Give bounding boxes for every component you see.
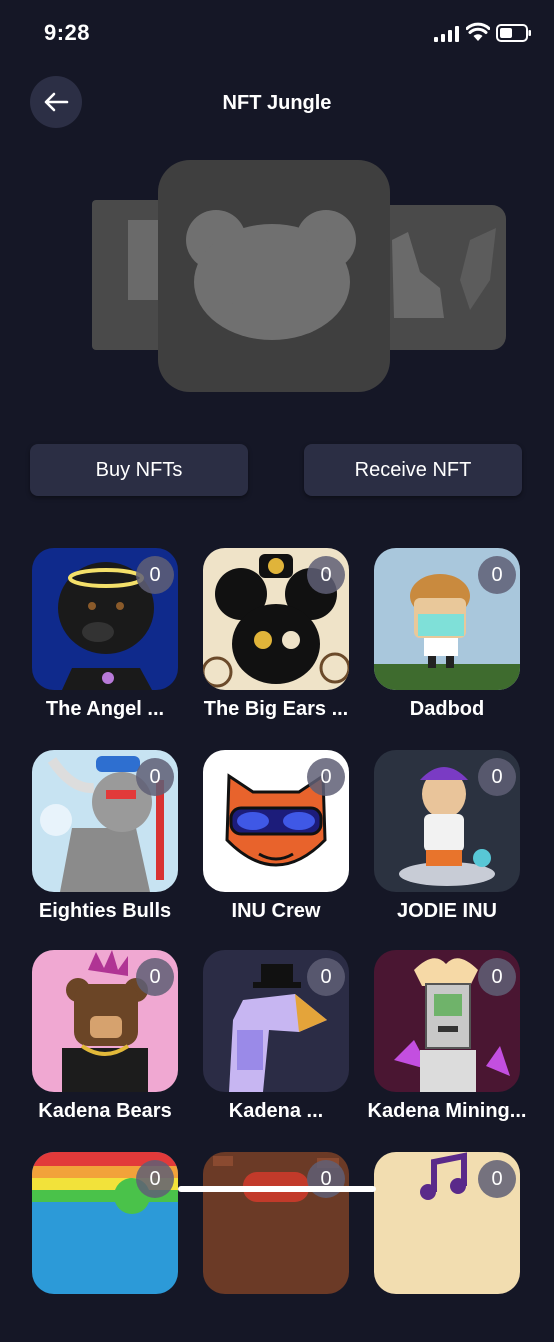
collection-card-jodie-inu[interactable]: 0 JODIE INU — [342, 750, 520, 940]
collection-card-dadbod[interactable]: 0 Dadbod — [342, 548, 520, 738]
count-badge: 0 — [478, 958, 516, 996]
status-bar: 9:28 — [0, 0, 554, 64]
collection-hero-carousel[interactable] — [0, 160, 554, 392]
collection-card-rainbow[interactable]: 0 — [0, 1152, 178, 1342]
count-badge: 0 — [307, 958, 345, 996]
count-badge: 0 — [307, 1160, 345, 1198]
count-badge: 0 — [478, 1160, 516, 1198]
collection-card-angel[interactable]: 0 The Angel ... — [0, 548, 178, 738]
collection-card-kadena[interactable]: 0 Kadena ... — [171, 950, 349, 1140]
buy-nfts-button[interactable]: Buy NFTs — [30, 444, 248, 496]
home-indicator[interactable] — [178, 1186, 376, 1192]
count-badge: 0 — [136, 758, 174, 796]
count-badge: 0 — [136, 958, 174, 996]
count-badge: 0 — [136, 1160, 174, 1198]
collection-card-music[interactable]: 0 — [342, 1152, 520, 1342]
count-badge: 0 — [478, 758, 516, 796]
collection-card-inu-crew[interactable]: 0 INU Crew — [171, 750, 349, 940]
count-badge: 0 — [307, 556, 345, 594]
cellular-signal-icon — [434, 26, 459, 42]
page-title: NFT Jungle — [222, 92, 332, 114]
status-time: 9:28 — [44, 20, 91, 45]
receive-nft-button[interactable]: Receive NFT — [304, 444, 522, 496]
collection-name: Kadena Mining... — [367, 1100, 527, 1122]
collection-name: Dadbod — [409, 698, 485, 720]
count-badge: 0 — [307, 758, 345, 796]
battery-icon — [496, 24, 531, 42]
collection-card-eighties-bulls[interactable]: 0 Eighties Bulls — [0, 750, 178, 940]
count-badge: 0 — [136, 556, 174, 594]
collection-card-kadena-bears[interactable]: 0 Kadena Bears — [0, 950, 178, 1140]
collection-card-kadena-mining[interactable]: 0 Kadena Mining... — [342, 950, 526, 1140]
collection-card-big-ears[interactable]: 0 The Big Ears ... — [171, 548, 349, 738]
count-badge: 0 — [478, 556, 516, 594]
collection-card-brick[interactable]: 0 — [171, 1152, 349, 1342]
wifi-icon — [466, 22, 490, 41]
collection-name: JODIE INU — [396, 900, 498, 922]
